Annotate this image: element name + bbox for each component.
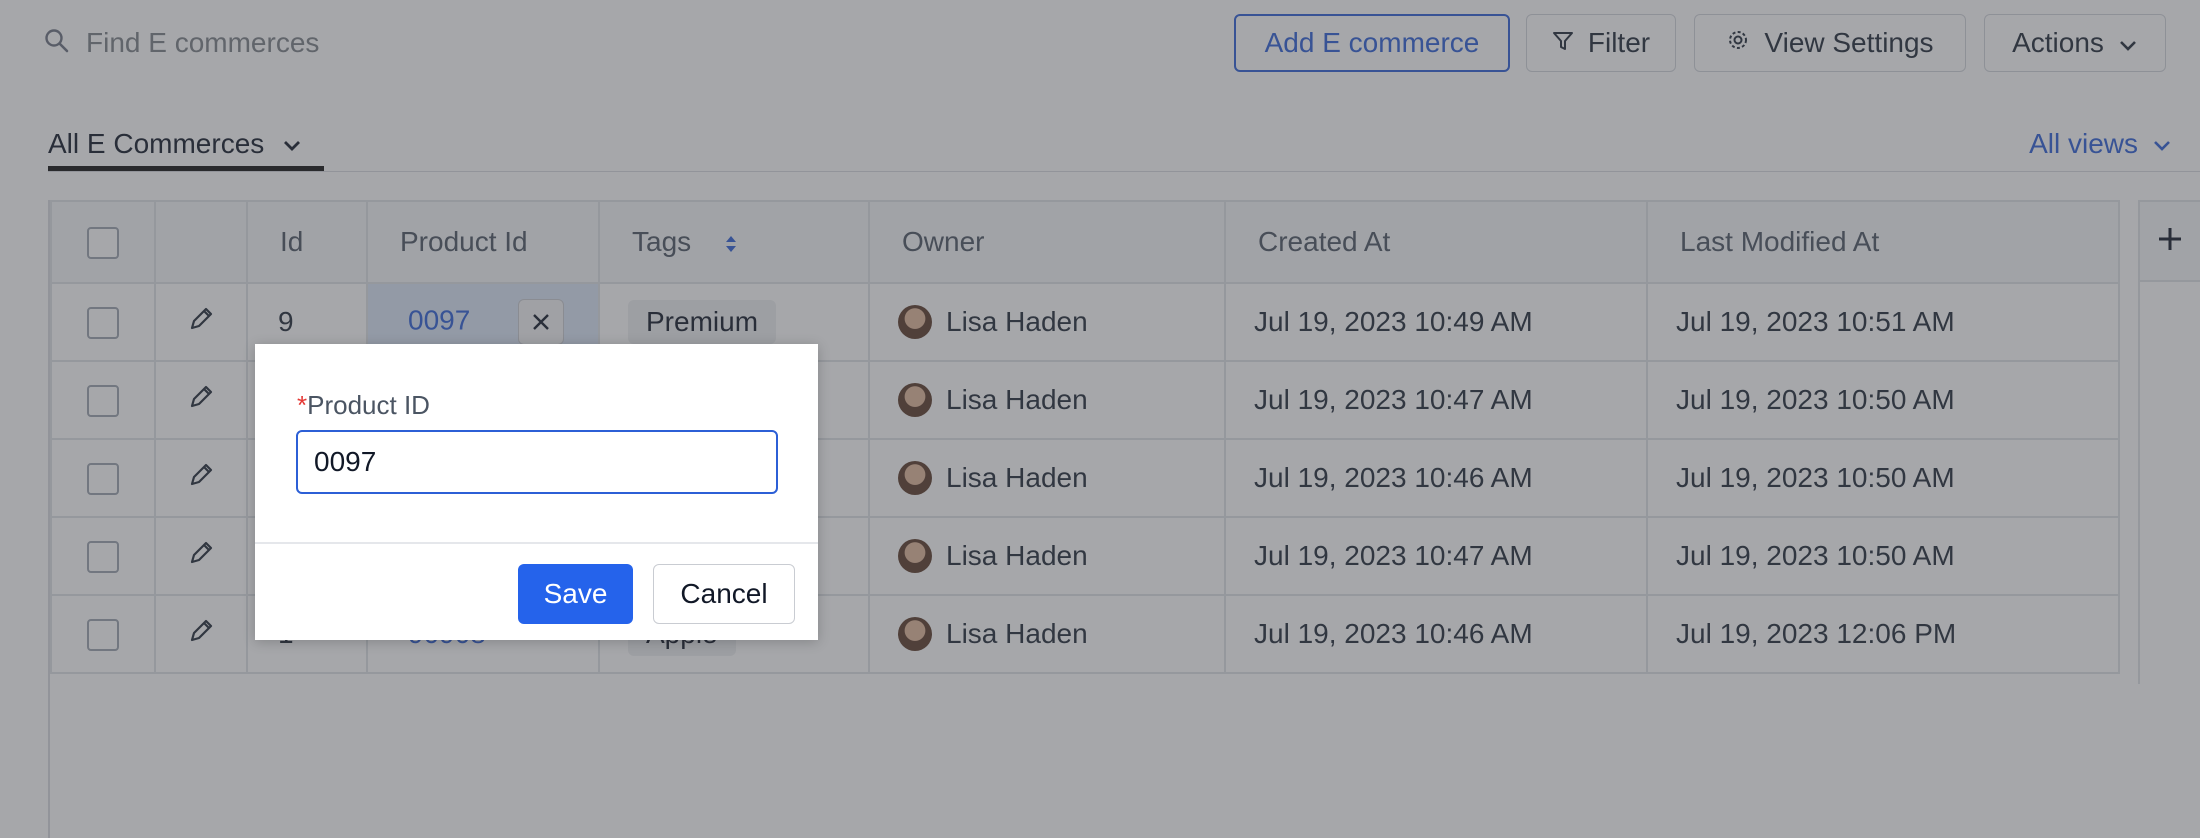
product-id-label-text: Product ID: [307, 390, 430, 420]
product-id-input[interactable]: [296, 430, 778, 494]
product-id-field-label: *Product ID: [297, 390, 430, 421]
app-page: Add E commerce Filter View Settings Acti…: [0, 0, 2200, 838]
required-indicator: *: [297, 390, 308, 420]
edit-product-id-popover: *Product ID Save Cancel: [255, 344, 818, 640]
save-button[interactable]: Save: [518, 564, 633, 624]
popover-divider: [255, 542, 818, 544]
cancel-button[interactable]: Cancel: [653, 564, 795, 624]
